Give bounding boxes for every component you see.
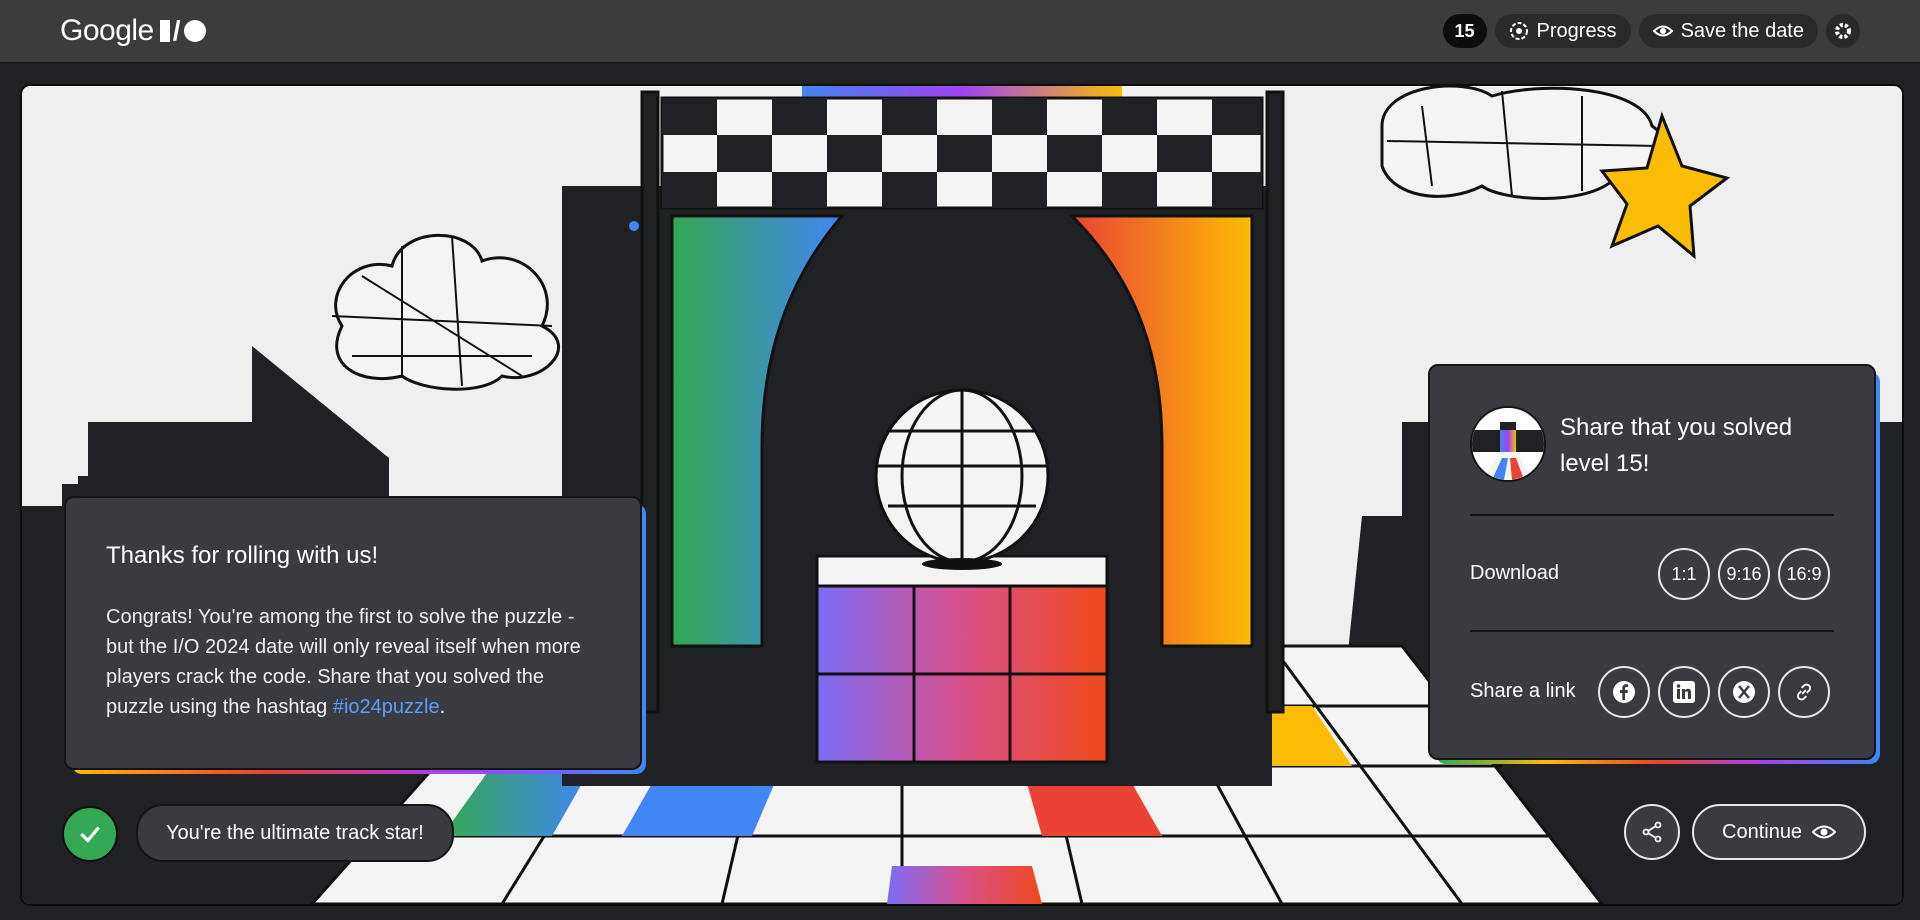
save-the-date-label: Save the date — [1680, 19, 1804, 42]
progress-button[interactable]: Progress — [1494, 14, 1631, 48]
x-share-button[interactable] — [1718, 666, 1770, 718]
settings-button[interactable] — [1826, 14, 1860, 48]
share-button[interactable] — [1624, 804, 1680, 860]
level-badge[interactable]: 15 — [1442, 14, 1487, 48]
google-io-logo[interactable]: Google / — [60, 14, 206, 48]
level-number: 15 — [1454, 20, 1475, 41]
x-icon — [1733, 681, 1755, 703]
progress-label: Progress — [1536, 19, 1617, 42]
download-9-16-label: 9:16 — [1726, 563, 1762, 584]
linkedin-share-button[interactable] — [1658, 666, 1710, 718]
download-16-9-button[interactable]: 16:9 — [1778, 548, 1830, 600]
status-message: You're the ultimate track star! — [136, 804, 454, 862]
cloud-left — [331, 233, 560, 391]
share-link-label: Share a link — [1470, 680, 1576, 702]
top-nav: 15 Progress Save the date — [1442, 14, 1860, 48]
download-16-9-label: 16:9 — [1786, 563, 1822, 584]
facebook-share-button[interactable] — [1598, 666, 1650, 718]
status-text: You're the ultimate track star! — [166, 821, 424, 844]
divider — [1470, 630, 1834, 632]
logo-text: Google — [60, 14, 154, 47]
solved-check-badge — [62, 806, 118, 862]
check-icon — [80, 826, 100, 843]
share-icon — [1642, 821, 1662, 843]
target-icon — [1509, 22, 1528, 40]
share-title: Share that you solved level 15! — [1560, 414, 1793, 477]
message-title: Thanks for rolling with us! — [106, 542, 379, 569]
eye-icon — [1652, 25, 1673, 37]
message-body: Congrats! You're among the first to solv… — [106, 602, 606, 722]
divider — [1470, 514, 1834, 516]
facebook-icon — [1613, 681, 1635, 703]
download-label: Download — [1470, 562, 1559, 584]
copy-link-button[interactable] — [1778, 666, 1830, 718]
save-the-date-button[interactable]: Save the date — [1638, 14, 1818, 48]
download-1-1-button[interactable]: 1:1 — [1658, 548, 1710, 600]
link-icon — [1797, 683, 1811, 701]
continue-label: Continue — [1722, 820, 1803, 843]
level-thumbnail — [1470, 406, 1546, 482]
hashtag-link[interactable]: #io24puzzle — [333, 696, 440, 718]
linkedin-icon — [1673, 681, 1695, 703]
message-card: Thanks for rolling with us! Congrats! Yo… — [64, 496, 642, 770]
continue-button[interactable]: Continue — [1692, 804, 1867, 860]
download-1-1-label: 1:1 — [1671, 563, 1697, 584]
eye-icon — [1812, 825, 1837, 839]
checkered-banner — [660, 96, 1264, 210]
share-card: Share that you solved level 15! Download… — [1428, 364, 1876, 760]
gear-icon — [1835, 23, 1851, 39]
pedestal — [815, 554, 1109, 764]
download-9-16-button[interactable]: 9:16 — [1718, 548, 1770, 600]
top-bar: Google / 15 Progress Save the date — [0, 0, 1920, 63]
message-period: . — [439, 696, 446, 718]
io-logo-mark: / — [159, 17, 206, 45]
